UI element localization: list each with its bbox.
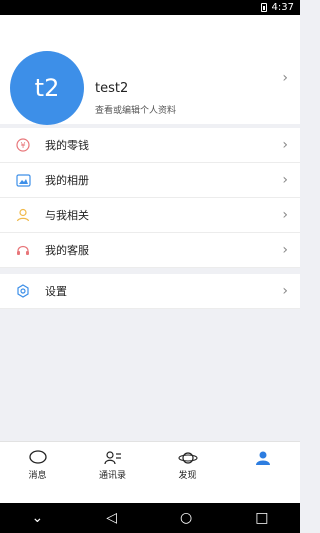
chevron-down-icon[interactable]: ⌄ [32,510,44,526]
chevron-right-icon: › [282,242,288,258]
menu-item-album[interactable]: 我的相册 › [0,163,300,198]
wallet-icon: ¥ [14,136,32,154]
svg-text:¥: ¥ [20,141,25,150]
nav-item-messages[interactable]: 消息 [0,448,75,481]
chevron-right-icon: › [282,283,288,299]
status-time: 4:37 [271,2,294,13]
person-icon [255,448,271,468]
headset-icon [14,241,32,259]
contacts-icon [103,448,122,468]
bottom-nav: 消息 通讯录 发现 [0,441,300,503]
back-icon[interactable]: ◁ [106,510,117,526]
nav-item-discover[interactable]: 发现 [150,448,225,481]
chat-bubble-icon [28,448,47,468]
menu-item-label: 我的客服 [45,244,89,257]
nav-label: 通讯录 [98,471,126,481]
chevron-right-icon: › [282,172,288,188]
chevron-right-icon: › [282,207,288,223]
profile-name: test2 [95,81,129,96]
nav-item-me[interactable] [225,448,300,468]
photo-album-icon [14,171,32,189]
menu-item-related[interactable]: 与我相关 › [0,198,300,233]
nav-label: 消息 [28,471,47,481]
system-nav-bar: ⌄ ◁ ○ □ [0,503,300,533]
nav-label: 发现 [178,471,197,481]
menu-group-2: 设置 › [0,274,300,309]
battery-icon [260,3,267,12]
nav-item-contacts[interactable]: 通讯录 [75,448,150,481]
settings-icon [14,282,32,300]
profile-header[interactable]: t2 test2 查看或编辑个人资料 › [0,15,300,125]
profile-subtitle: 查看或编辑个人资料 [95,106,177,116]
recents-icon[interactable]: □ [255,510,268,526]
menu-item-label: 与我相关 [45,209,89,222]
avatar[interactable]: t2 [10,51,84,125]
person-icon [14,206,32,224]
menu-item-settings[interactable]: 设置 › [0,274,300,309]
menu-group-1: ¥ 我的零钱 › 我的相册 › 与我相关 › 我的客服 › [0,128,300,268]
menu-item-wallet[interactable]: ¥ 我的零钱 › [0,128,300,163]
status-bar: 4:37 [0,0,300,15]
menu-item-label: 我的零钱 [45,139,89,152]
chevron-right-icon: › [282,70,288,86]
home-icon[interactable]: ○ [180,510,192,526]
chevron-right-icon: › [282,137,288,153]
menu-item-service[interactable]: 我的客服 › [0,233,300,268]
menu-item-label: 设置 [45,285,67,298]
menu-item-label: 我的相册 [45,174,89,187]
planet-icon [177,448,198,468]
